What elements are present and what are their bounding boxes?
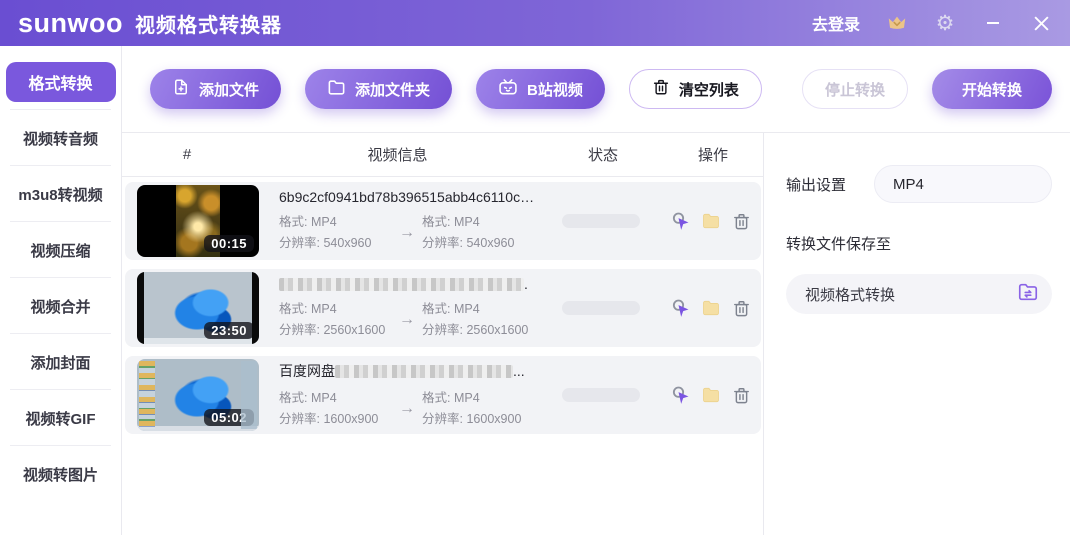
convert-arrow: → xyxy=(392,222,422,243)
header-video-info: 视频信息 xyxy=(252,144,543,165)
sidebar-item-m3u8-to-video[interactable]: m3u8转视频 xyxy=(0,166,121,222)
target-specs: 格式: MP4 分辨率: 540x960 xyxy=(422,212,535,254)
titlebar-controls: 去登录 ⚙ xyxy=(812,11,1052,35)
save-path-value: 视频格式转换 xyxy=(805,284,1017,305)
video-filename-censored: 百度网盘... xyxy=(279,361,535,381)
trash-icon xyxy=(652,78,670,100)
sidebar-item-video-to-image[interactable]: 视频转图片 xyxy=(0,446,121,502)
start-convert-label: 开始转换 xyxy=(962,79,1022,100)
app-title: 视频格式转换器 xyxy=(135,9,282,38)
source-specs: 格式: MP4 分辨率: 2560x1600 xyxy=(279,299,392,341)
minimize-icon[interactable] xyxy=(982,12,1004,34)
delete-trash-icon[interactable] xyxy=(731,298,751,318)
save-path-field[interactable]: 视频格式转换 xyxy=(786,274,1052,314)
open-folder-icon[interactable] xyxy=(701,385,721,405)
app-window: sunwoo 视频格式转换器 去登录 ⚙ 格式转换 xyxy=(0,0,1070,535)
output-settings-label: 输出设置 xyxy=(786,174,846,195)
preview-cursor-icon[interactable] xyxy=(671,211,691,231)
folder-icon xyxy=(327,78,346,101)
add-folder-label: 添加文件夹 xyxy=(355,79,430,100)
delete-trash-icon[interactable] xyxy=(731,385,751,405)
toolbar: 添加文件 添加文件夹 xyxy=(122,46,1070,132)
sidebar-item-format-convert[interactable]: 格式转换 xyxy=(0,54,121,110)
output-settings-panel: 输出设置 MP4 转换文件保存至 视频格式转换 xyxy=(764,133,1070,535)
convert-arrow: → xyxy=(392,398,422,419)
preview-cursor-icon[interactable] xyxy=(671,298,691,318)
target-specs: 格式: MP4 分辨率: 1600x900 xyxy=(422,388,535,430)
file-table: # 视频信息 状态 操作 00:15 6b9c2cf0941bd78b396 xyxy=(122,133,764,535)
clear-list-button[interactable]: 清空列表 xyxy=(629,69,762,109)
table-row: 05:02 百度网盘... 格式: MP4 分辨率: 1600x900 → xyxy=(125,356,761,434)
sidebar-item-video-to-audio[interactable]: 视频转音频 xyxy=(0,110,121,166)
video-filename: 6b9c2cf0941bd78b396515abb4c6110c.mp4 xyxy=(279,189,535,205)
open-folder-icon[interactable] xyxy=(701,211,721,231)
duration-badge: 05:02 xyxy=(204,409,254,426)
row-actions xyxy=(661,385,761,405)
login-button[interactable]: 去登录 xyxy=(812,11,860,35)
file-plus-icon xyxy=(172,78,190,100)
video-filename-censored: . xyxy=(279,276,535,292)
add-folder-button[interactable]: 添加文件夹 xyxy=(305,69,452,109)
titlebar: sunwoo 视频格式转换器 去登录 ⚙ xyxy=(0,0,1070,46)
video-thumbnail: 23:50 xyxy=(137,272,259,344)
sidebar-item-add-cover[interactable]: 添加封面 xyxy=(0,334,121,390)
brand-logo: sunwoo xyxy=(18,10,123,37)
change-folder-icon[interactable] xyxy=(1017,281,1039,307)
output-format-value: MP4 xyxy=(893,176,924,193)
settings-gear-icon[interactable]: ⚙ xyxy=(934,12,956,34)
table-row: 00:15 6b9c2cf0941bd78b396515abb4c6110c.m… xyxy=(125,182,761,260)
bilibili-label: B站视频 xyxy=(527,79,583,100)
preview-cursor-icon[interactable] xyxy=(671,385,691,405)
bilibili-tv-icon xyxy=(498,77,518,101)
vip-crown-icon[interactable] xyxy=(886,12,908,34)
sidebar-item-video-compress[interactable]: 视频压缩 xyxy=(0,222,121,278)
video-info: 百度网盘... 格式: MP4 分辨率: 1600x900 → 格式: MP4 xyxy=(279,361,541,430)
video-thumbnail: 00:15 xyxy=(137,185,259,257)
clear-list-label: 清空列表 xyxy=(679,79,739,100)
table-header: # 视频信息 状态 操作 xyxy=(122,133,763,177)
duration-badge: 00:15 xyxy=(204,235,254,252)
table-row: 23:50 . 格式: MP4 分辨率: 2560x1600 → xyxy=(125,269,761,347)
progress-bar xyxy=(562,214,640,228)
video-info: 6b9c2cf0941bd78b396515abb4c6110c.mp4 格式:… xyxy=(279,189,541,254)
sidebar: 格式转换 视频转音频 m3u8转视频 视频压缩 视频合并 添加封面 视频转GIF… xyxy=(0,46,122,535)
video-thumbnail: 05:02 xyxy=(137,359,259,431)
sidebar-item-video-to-gif[interactable]: 视频转GIF xyxy=(0,390,121,446)
sidebar-active-pill[interactable]: 格式转换 xyxy=(6,62,116,102)
save-location-label: 转换文件保存至 xyxy=(786,233,1052,254)
header-status: 状态 xyxy=(543,144,663,165)
add-file-label: 添加文件 xyxy=(199,79,259,100)
header-index: # xyxy=(122,146,252,163)
header-actions: 操作 xyxy=(663,144,763,165)
target-specs: 格式: MP4 分辨率: 2560x1600 xyxy=(422,299,535,341)
stop-convert-label: 停止转换 xyxy=(825,79,885,100)
start-convert-button[interactable]: 开始转换 xyxy=(932,69,1052,109)
progress-bar xyxy=(562,301,640,315)
row-actions xyxy=(661,211,761,231)
add-file-button[interactable]: 添加文件 xyxy=(150,69,281,109)
progress-bar xyxy=(562,388,640,402)
output-format-select[interactable]: MP4 xyxy=(874,165,1052,203)
source-specs: 格式: MP4 分辨率: 1600x900 xyxy=(279,388,392,430)
duration-badge: 23:50 xyxy=(204,322,254,339)
convert-arrow: → xyxy=(392,309,422,330)
source-specs: 格式: MP4 分辨率: 540x960 xyxy=(279,212,392,254)
close-icon[interactable] xyxy=(1030,12,1052,34)
video-info: . 格式: MP4 分辨率: 2560x1600 → 格式: MP4 xyxy=(279,276,541,341)
open-folder-icon[interactable] xyxy=(701,298,721,318)
stop-convert-button[interactable]: 停止转换 xyxy=(802,69,908,109)
sidebar-item-video-merge[interactable]: 视频合并 xyxy=(0,278,121,334)
row-actions xyxy=(661,298,761,318)
bilibili-video-button[interactable]: B站视频 xyxy=(476,69,605,109)
delete-trash-icon[interactable] xyxy=(731,211,751,231)
